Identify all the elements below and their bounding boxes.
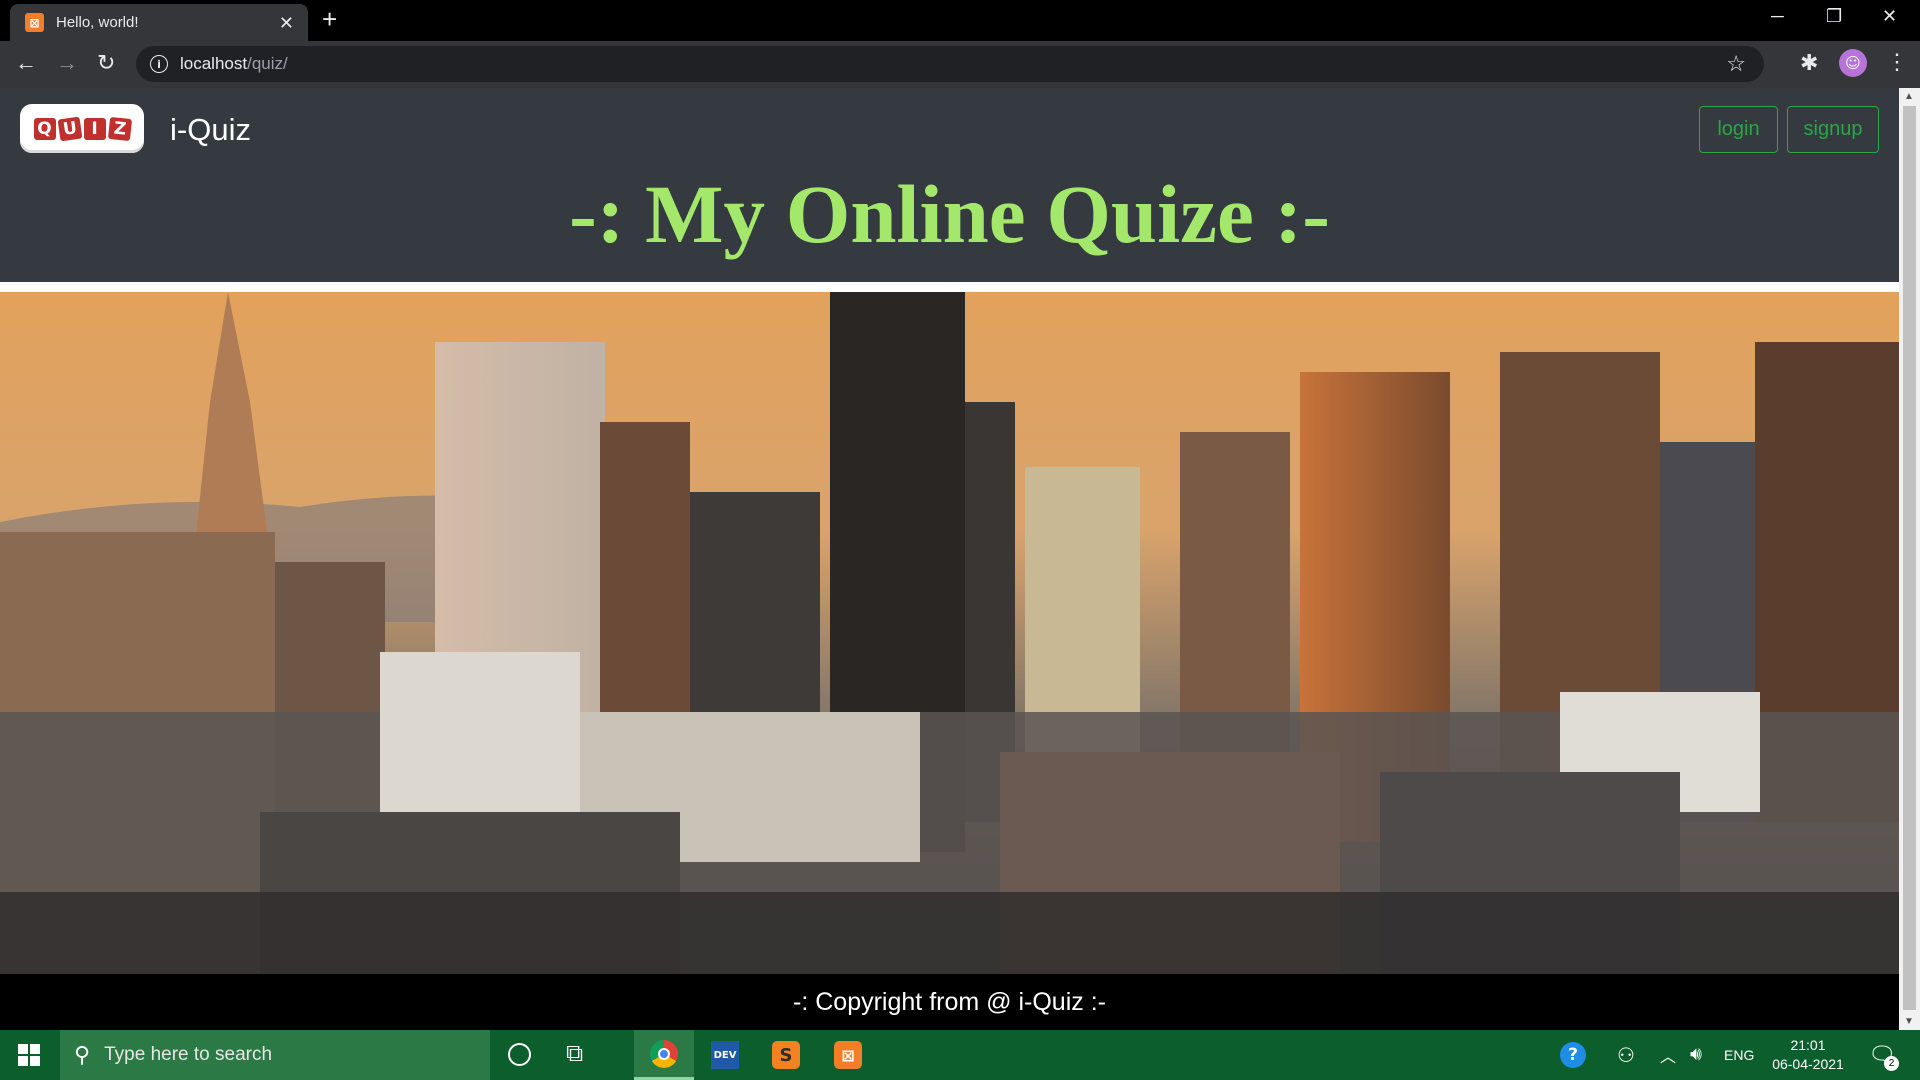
scroll-up-icon[interactable]: ▲ — [1904, 91, 1914, 102]
system-clock[interactable]: 21:01 06-04-2021 — [1768, 1030, 1848, 1080]
signup-button[interactable]: signup — [1787, 106, 1879, 153]
quiz-logo[interactable]: Q U I Z — [20, 104, 144, 153]
browser-tab-strip: ⊠ Hello, world! ✕ + ─ ❐ ✕ — [0, 0, 1920, 41]
sublime-text-icon: S — [772, 1041, 800, 1069]
profile-avatar-icon[interactable]: ☺ — [1839, 49, 1867, 77]
reload-icon[interactable]: ↻ — [97, 51, 115, 75]
tab-title: Hello, world! — [56, 14, 139, 31]
logo-letter: U — [57, 116, 82, 141]
scroll-down-icon[interactable]: ▼ — [1904, 1016, 1914, 1027]
browser-tab[interactable]: ⊠ Hello, world! ✕ — [10, 4, 308, 41]
scroll-thumb[interactable] — [1903, 106, 1916, 1010]
taskbar-chrome[interactable] — [634, 1030, 694, 1080]
taskbar-search-box[interactable]: ⚲ Type here to search — [60, 1030, 490, 1080]
volume-icon[interactable]: 🔊︎ — [1690, 1030, 1702, 1080]
logo-letter: Z — [107, 116, 132, 141]
bookmark-star-icon[interactable]: ☆ — [1726, 51, 1746, 77]
search-icon: ⚲ — [74, 1042, 91, 1067]
notification-center-icon[interactable]: 🗨︎ 2 — [1868, 1030, 1899, 1080]
logo-letter: Q — [33, 117, 56, 140]
minimize-icon[interactable]: ─ — [1771, 6, 1784, 27]
help-icon: ? — [1560, 1042, 1586, 1068]
people-icon[interactable]: ⚇ — [1617, 1030, 1635, 1080]
brand-name[interactable]: i-Quiz — [170, 112, 251, 148]
windows-taskbar: ⚲ Type here to search ⧉ DEV S ⊠ ? ⚇ ︿ 🔊︎… — [0, 1030, 1920, 1080]
clock-date: 06-04-2021 — [1772, 1056, 1844, 1072]
browser-menu-icon[interactable]: ⋮ — [1886, 49, 1908, 75]
browser-toolbar: ← → ↻ i localhost/quiz/ ☆ ✱ ☺ ⋮ — [0, 41, 1920, 88]
page-heading: -: My Online Quize :- — [569, 168, 1330, 260]
language-indicator[interactable]: ENG — [1724, 1030, 1754, 1080]
back-arrow-icon[interactable]: ← — [15, 51, 37, 75]
taskbar-devcpp[interactable]: DEV — [695, 1030, 755, 1080]
notification-badge: 2 — [1884, 1056, 1899, 1071]
taskbar-xampp[interactable]: ⊠ — [818, 1030, 878, 1080]
page-footer: -: Copyright from @ i-Quiz :- — [0, 974, 1899, 1030]
url-host: localhost — [180, 54, 248, 73]
search-placeholder: Type here to search — [104, 1044, 273, 1065]
windows-start-icon[interactable] — [18, 1044, 40, 1066]
skyline-illustration — [0, 292, 1899, 974]
page-viewport: Q U I Z i-Quiz login signup -: My Online… — [0, 88, 1899, 1030]
close-window-icon[interactable]: ✕ — [1882, 6, 1897, 27]
clock-time: 21:01 — [1790, 1037, 1826, 1053]
city-skyline-image — [0, 292, 1899, 974]
cortana-icon[interactable] — [508, 1043, 531, 1066]
chrome-icon — [650, 1039, 678, 1068]
tab-close-icon[interactable]: ✕ — [279, 14, 294, 32]
task-view-icon[interactable]: ⧉ — [566, 1040, 583, 1068]
xampp-favicon-icon: ⊠ — [25, 13, 44, 32]
site-navbar: Q U I Z i-Quiz login signup -: My Online… — [0, 88, 1899, 282]
forward-arrow-icon[interactable]: → — [56, 51, 78, 75]
tray-help[interactable]: ? — [1560, 1030, 1586, 1080]
taskbar-sublime[interactable]: S — [756, 1030, 816, 1080]
chevron-up-icon[interactable]: ︿ — [1660, 1030, 1676, 1080]
url-text[interactable]: localhost/quiz/ — [180, 54, 288, 74]
restore-icon[interactable]: ❐ — [1826, 6, 1842, 27]
new-tab-button[interactable]: + — [322, 6, 337, 32]
logo-letter: I — [83, 117, 106, 140]
page-scrollbar[interactable]: ▲ ▼ — [1899, 88, 1920, 1030]
url-path: /quiz/ — [247, 54, 288, 73]
devcpp-icon: DEV — [711, 1041, 739, 1069]
address-bar[interactable]: i localhost/quiz/ ☆ — [136, 46, 1764, 82]
xampp-icon: ⊠ — [834, 1041, 862, 1069]
site-info-icon[interactable]: i — [150, 55, 168, 73]
login-button[interactable]: login — [1699, 106, 1778, 153]
extensions-puzzle-icon[interactable]: ✱ — [1800, 50, 1818, 76]
